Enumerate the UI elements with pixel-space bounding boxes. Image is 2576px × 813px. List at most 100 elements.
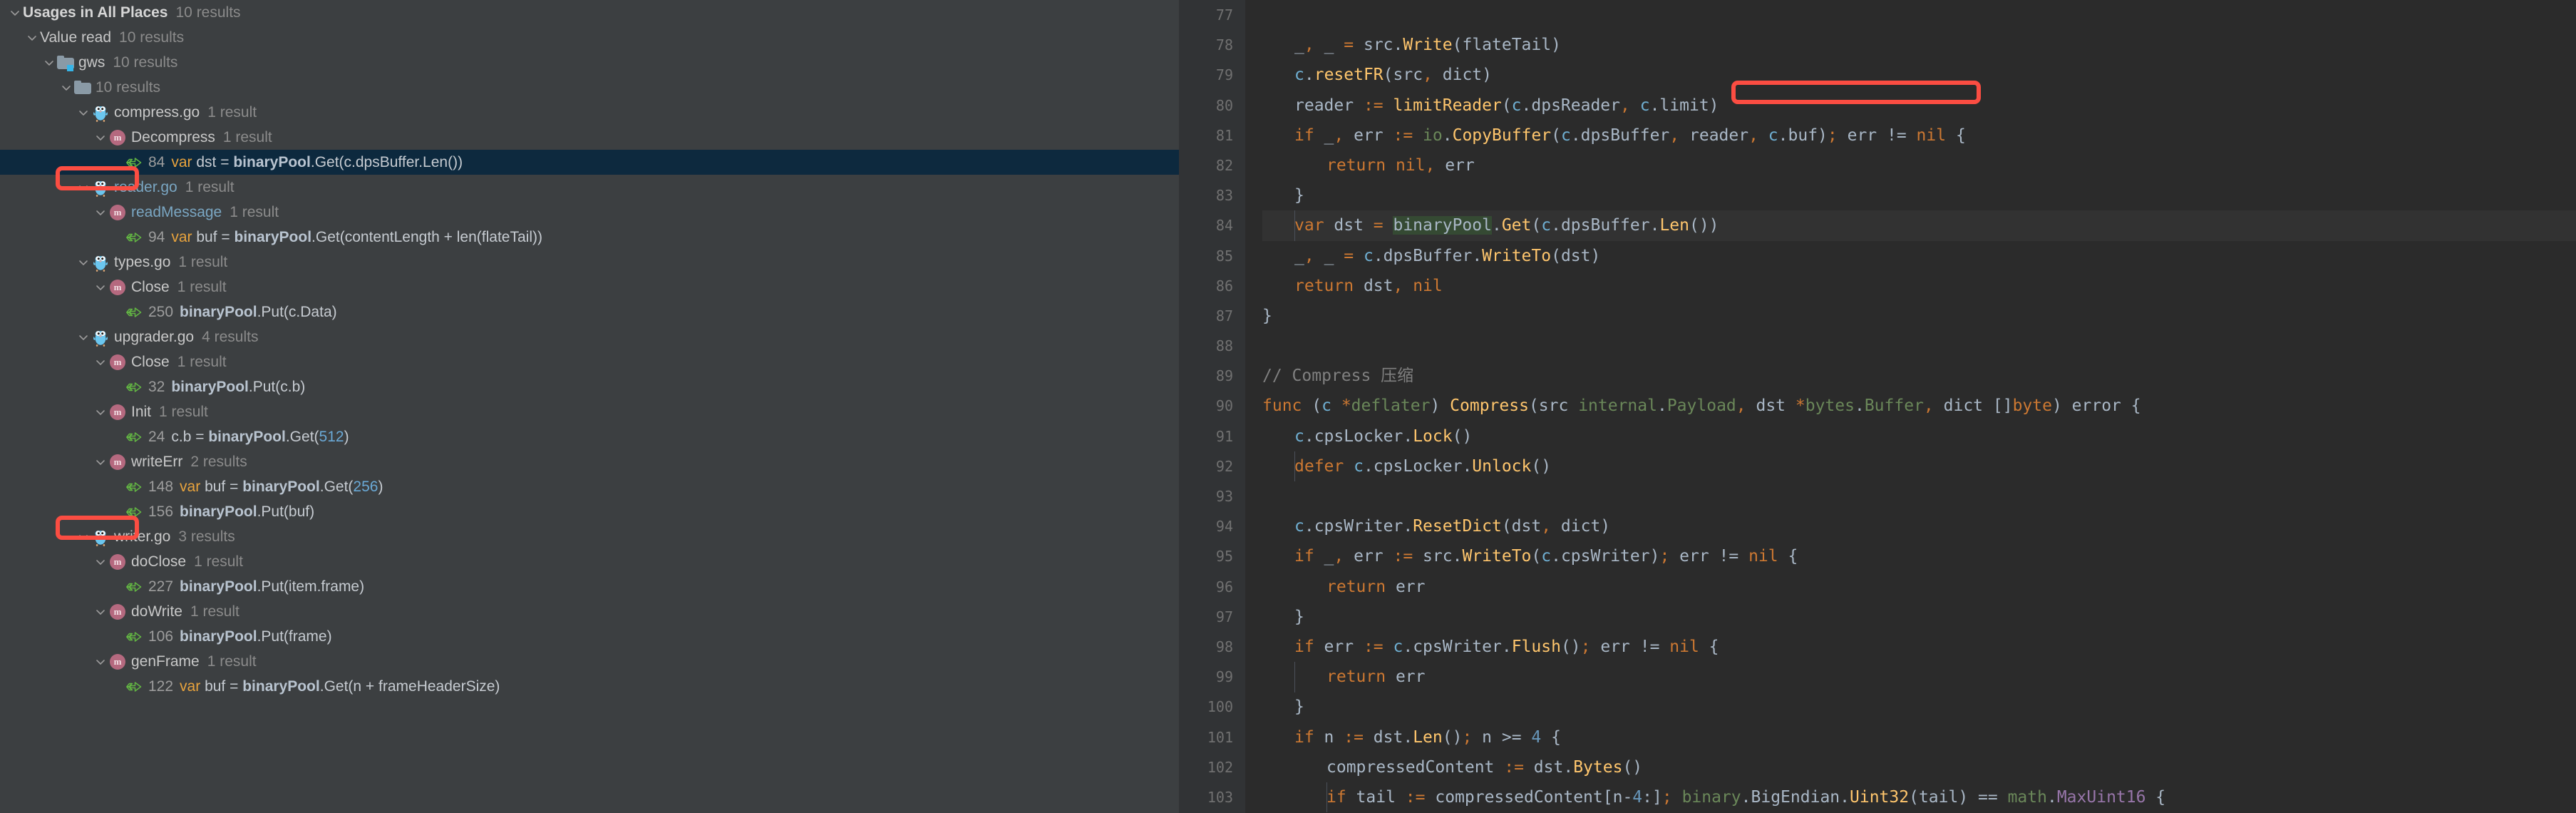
tree-row[interactable]: 106 binaryPool.Put(frame) <box>0 624 1179 649</box>
code-line[interactable]: c.cpsLocker.Lock() <box>1262 421 2576 451</box>
tree-row[interactable]: gws 10 results <box>0 50 1179 75</box>
code-line[interactable]: defer c.cpsLocker.Unlock() <box>1262 451 2576 481</box>
chevron-down-icon[interactable] <box>93 280 108 295</box>
chevron-down-icon[interactable] <box>93 554 108 570</box>
code-line[interactable]: // Compress 压缩 <box>1262 361 2576 391</box>
code-line[interactable]: var dst = binaryPool.Get(c.dpsBuffer.Len… <box>1262 210 2576 241</box>
line-number: 101 <box>1207 728 1233 746</box>
code-line[interactable]: _, _ = c.dpsBuffer.WriteTo(dst) <box>1262 241 2576 271</box>
code-line[interactable]: if err := c.cpsWriter.Flush(); err != ni… <box>1262 632 2576 662</box>
code-line[interactable]: return err <box>1262 572 2576 602</box>
code-line[interactable]: c.cpsWriter.ResetDict(dst, dict) <box>1262 511 2576 541</box>
tree-row[interactable]: 10 results <box>0 75 1179 100</box>
chevron-down-icon[interactable] <box>76 255 91 270</box>
tree-node-count: 10 results <box>119 29 185 46</box>
usage-line-number: 84 <box>148 153 165 170</box>
line-number: 100 <box>1207 698 1233 716</box>
tree-row[interactable]: types.go 1 result <box>0 250 1179 275</box>
tree-row[interactable]: m doWrite 1 result <box>0 599 1179 624</box>
tree-row[interactable]: 148 var buf = binaryPool.Get(256) <box>0 474 1179 499</box>
tree-row[interactable]: writer.go 3 results <box>0 524 1179 549</box>
chevron-down-icon[interactable] <box>93 654 108 670</box>
usage-code-snippet: var dst = binaryPool.Get(c.dpsBuffer.Len… <box>171 153 463 170</box>
chevron-down-icon[interactable] <box>76 529 91 545</box>
code-line[interactable]: c.resetFR(src, dict) <box>1262 60 2576 90</box>
tree-row[interactable]: m Close 1 result <box>0 275 1179 300</box>
chevron-down-icon[interactable] <box>76 180 91 195</box>
usages-root-row[interactable]: Usages in All Places 10 results <box>0 0 1179 25</box>
tree-row[interactable]: upgrader.go 4 results <box>0 324 1179 349</box>
tree-node-label: gws <box>78 53 105 71</box>
tree-node-count: 1 result <box>159 403 208 420</box>
method-icon: m <box>108 203 127 222</box>
code-line[interactable]: if tail := compressedContent[n-4:]; bina… <box>1262 782 2576 812</box>
tree-row[interactable]: m writeErr 2 results <box>0 449 1179 474</box>
code-line[interactable]: return nil, err <box>1262 150 2576 180</box>
tree-row[interactable]: 122 var buf = binaryPool.Get(n + frameHea… <box>0 674 1179 699</box>
chevron-down-icon[interactable] <box>7 5 23 21</box>
chevron-down-icon[interactable] <box>93 454 108 470</box>
chevron-down-icon[interactable] <box>41 55 57 71</box>
tree-row[interactable]: m Decompress 1 result <box>0 125 1179 150</box>
usage-line-number: 156 <box>148 503 174 520</box>
code-line[interactable]: } <box>1262 602 2576 632</box>
tree-node-count: 1 result <box>177 353 227 370</box>
tree-node-label: reader.go <box>114 178 177 195</box>
code-line[interactable]: return err <box>1262 662 2576 692</box>
code-line[interactable]: if _, err := io.CopyBuffer(c.dpsBuffer, … <box>1262 121 2576 150</box>
tree-row[interactable]: m doClose 1 result <box>0 549 1179 574</box>
find-usages-window: Usages in All Places 10 results Value read… <box>0 0 2576 813</box>
code-editor-panel[interactable]: 77 78 79 80 81 82 83 84 85 86 87 88 89 90 91 92 93 94 95 96… <box>1179 0 2576 813</box>
tree-node-label: Close <box>131 353 170 370</box>
code-line[interactable]: if n := dst.Len(); n >= 4 { <box>1262 722 2576 752</box>
usage-arrow-icon <box>125 303 144 322</box>
chevron-down-icon[interactable] <box>93 130 108 145</box>
tree-row[interactable]: Value read 10 results <box>0 25 1179 50</box>
tree-row[interactable]: 24 c.b = binaryPool.Get(512) <box>0 424 1179 449</box>
tree-node-label: Close <box>131 278 170 295</box>
tree-row[interactable]: m genFrame 1 result <box>0 649 1179 674</box>
code-line[interactable]: return dst, nil <box>1262 271 2576 301</box>
line-number: 80 <box>1215 96 1233 114</box>
method-icon: m <box>108 603 127 621</box>
code-line[interactable] <box>1262 481 2576 511</box>
tree-row[interactable]: 94 var buf = binaryPool.Get(contentLength… <box>0 225 1179 250</box>
chevron-down-icon[interactable] <box>76 329 91 345</box>
code-line[interactable]: } <box>1262 692 2576 722</box>
code-line[interactable]: compressedContent := dst.Bytes() <box>1262 752 2576 782</box>
tree-row[interactable]: 84 var dst = binaryPool.Get(c.dpsBuffer.L… <box>0 150 1179 175</box>
code-line[interactable] <box>1262 331 2576 361</box>
code-line[interactable] <box>1262 0 2576 30</box>
tree-row[interactable]: 32 binaryPool.Put(c.b) <box>0 374 1179 399</box>
code-line[interactable]: } <box>1262 301 2576 331</box>
code-content[interactable]: _, _ = src.Write(flateTail) c.resetFR(src… <box>1245 0 2576 813</box>
chevron-down-icon[interactable] <box>76 105 91 121</box>
method-icon: m <box>108 128 127 147</box>
tree-row[interactable]: 250 binaryPool.Put(c.Data) <box>0 300 1179 324</box>
tree-row[interactable]: 227 binaryPool.Put(item.frame) <box>0 574 1179 599</box>
tree-row[interactable]: m Init 1 result <box>0 399 1179 424</box>
usage-arrow-icon <box>125 378 144 397</box>
usages-tree[interactable]: Usages in All Places 10 results Value read… <box>0 0 1179 699</box>
chevron-down-icon[interactable] <box>24 30 40 46</box>
code-line[interactable]: reader := limitReader(c.dpsReader, c.lim… <box>1262 91 2576 121</box>
code-line[interactable]: func (c *deflater) Compress(src internal… <box>1262 391 2576 421</box>
tree-row[interactable]: reader.go 1 result <box>0 175 1179 200</box>
code-line[interactable]: } <box>1262 180 2576 210</box>
tree-node-label: doClose <box>131 553 187 570</box>
tree-row[interactable]: m Close 1 result <box>0 349 1179 374</box>
usages-tree-panel[interactable]: Usages in All Places 10 results Value read… <box>0 0 1179 813</box>
line-number: 91 <box>1215 427 1233 445</box>
tree-row[interactable]: 156 binaryPool.Put(buf) <box>0 499 1179 524</box>
chevron-down-icon[interactable] <box>93 604 108 620</box>
chevron-down-icon[interactable] <box>93 404 108 420</box>
code-line[interactable]: if _, err := src.WriteTo(c.cpsWriter); e… <box>1262 541 2576 571</box>
method-icon: m <box>108 453 127 471</box>
tree-row[interactable]: m readMessage 1 result <box>0 200 1179 225</box>
chevron-down-icon[interactable] <box>93 205 108 220</box>
chevron-down-icon[interactable] <box>93 354 108 370</box>
tree-row[interactable]: compress.go 1 result <box>0 100 1179 125</box>
usage-arrow-icon <box>125 153 144 172</box>
chevron-down-icon[interactable] <box>58 80 74 96</box>
code-line[interactable]: _, _ = src.Write(flateTail) <box>1262 30 2576 60</box>
